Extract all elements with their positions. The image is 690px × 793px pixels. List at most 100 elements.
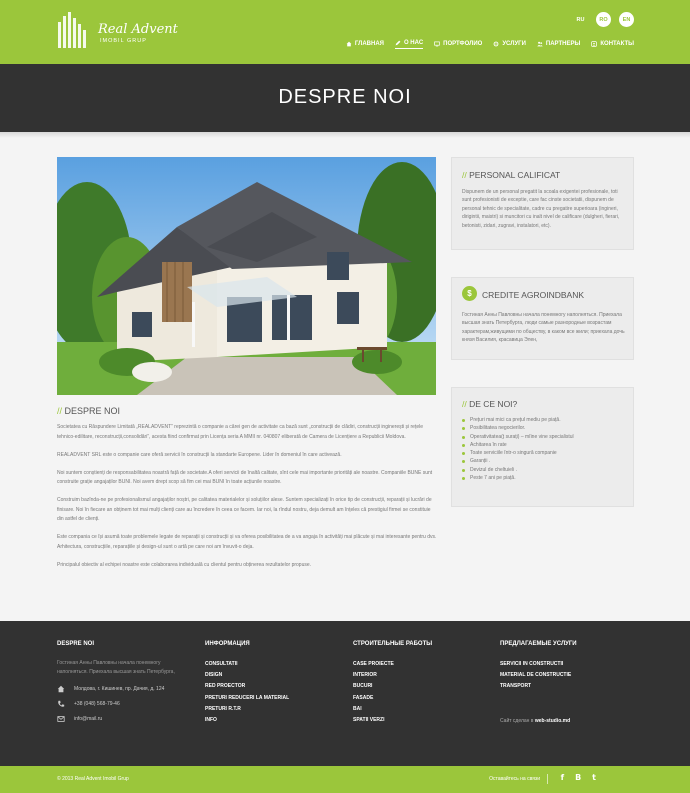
footer-about: DESPRE NOI Гостиная Анны Павловны начала… (57, 641, 192, 723)
page-banner: DESPRE NOI (0, 64, 690, 132)
contact-icon (591, 40, 598, 47)
reasons-list: Prețuri mai mici ca prețul mediu pe piaț… (462, 416, 630, 482)
nav-home-label: ГЛАВНАЯ (354, 40, 384, 47)
about-text: Societatea cu Răspundere Limitată „REALA… (57, 423, 437, 579)
about-heading-text: DESPRE NOI (64, 406, 121, 416)
social-label: Оставайтесь на связи (489, 776, 540, 782)
language-switcher: RU RO EN (573, 12, 634, 27)
list-item: Devizul de cheltuieli . (462, 466, 630, 474)
footer-services-title: ПРЕДЛАГАЕМЫЕ УСЛУГИ (500, 641, 577, 647)
reasons-title: // DE CE NOI? (462, 399, 518, 409)
footer-link[interactable]: RED PROECTOR (205, 681, 289, 692)
footer-link[interactable]: SERVICII IN CONSTRUCTII (500, 659, 577, 670)
site-credit: Сайт сделан в web-studio.md (500, 718, 571, 724)
footer-link[interactable]: BAI (353, 704, 432, 715)
footer-link[interactable]: DISIGN (205, 670, 289, 681)
reasons-title-text: DE CE NOI? (469, 399, 518, 409)
behance-icon[interactable]: B (575, 773, 581, 782)
nav-partners[interactable]: ПАРТНЕРЫ (537, 40, 580, 49)
personal-box: // PERSONAL CALIFICAT Dispunem de un per… (451, 157, 634, 250)
footer-link[interactable]: BUCURI (353, 681, 432, 692)
about-paragraph: Este compania ce își asumă toate problem… (57, 534, 437, 550)
studio-link[interactable]: web-studio.md (535, 718, 570, 724)
nav-contacts-label: КОНТАКТЫ (600, 40, 634, 47)
home-icon (346, 41, 352, 46)
divider (547, 774, 548, 784)
credit-title: CREDITE AGROINDBANK (482, 290, 585, 300)
footer-link[interactable]: FASADE (353, 693, 432, 704)
home-icon (57, 685, 65, 693)
site-header: Real Advent IMOBIL GRUP RU RO EN ГЛАВНАЯ… (0, 0, 690, 64)
about-heading: // DESPRE NOI (57, 406, 121, 416)
list-item: Peste 7 ani pe piață. (462, 474, 630, 482)
list-item: Posibilitatea negocierilor. (462, 424, 630, 432)
footer-link[interactable]: PRETURI REDUCERI LA MATERIAL (205, 693, 289, 704)
logo-building-icon (56, 12, 92, 48)
list-item: Prețuri mai mici ca prețul mediu pe piaț… (462, 416, 630, 424)
pencil-icon (395, 40, 401, 46)
twitter-icon[interactable]: t (592, 773, 596, 782)
logo-name: Real Advent (98, 22, 178, 37)
nav-portfolio-label: ПОРТФОЛИО (443, 40, 483, 47)
nav-partners-label: ПАРТНЕРЫ (545, 40, 581, 47)
bottom-bar: © 2013 Real Advent Imobil Grup Оставайте… (0, 766, 690, 793)
about-paragraph: Principalul obiectiv al echipei noastre … (57, 561, 312, 568)
banner-shadow (0, 132, 690, 138)
footer-about-text: Гостиная Анны Павловны начала понемногу … (57, 660, 175, 675)
list-item: Operativitatea(ț surați) – mîine vine sp… (462, 433, 630, 441)
users-icon (537, 41, 543, 46)
footer-phone: +38 (048) 568-79-46 (57, 700, 192, 708)
list-item: Achitarea în rate (462, 441, 630, 449)
footer-link[interactable]: TRANSPORT (500, 681, 577, 692)
nav-portfolio[interactable]: ПОРТФОЛИО (434, 40, 482, 49)
footer-about-title: DESPRE NOI (57, 641, 95, 647)
house-illustration (57, 157, 436, 395)
footer-address: Молдова, г. Кишинев, пр. Дачия, д. 124 (57, 685, 192, 693)
footer-works: СТРОИТЕЛЬНЫЕ РАБОТЫ CASE PROIECTE INTERI… (353, 641, 432, 726)
list-item: Garanții . (462, 457, 630, 465)
footer-link[interactable]: CONSULTATII (205, 659, 289, 670)
lang-en[interactable]: EN (619, 12, 634, 27)
social-icons: f B t (561, 773, 596, 782)
footer-link[interactable]: CASE PROIECTE (353, 659, 432, 670)
house-photo (57, 157, 436, 395)
footer-link[interactable]: PRETURI R.T.R (205, 704, 289, 715)
footer-services: ПРЕДЛАГАЕМЫЕ УСЛУГИ SERVICII IN CONSTRUC… (500, 641, 577, 693)
nav-about-label: О НАС (403, 40, 424, 46)
phone-icon (58, 700, 65, 707)
credit-box: $ CREDITE AGROINDBANK Гостиная Анны Павл… (451, 277, 634, 360)
site-footer: DESPRE NOI Гостиная Анны Павловны начала… (0, 621, 690, 766)
footer-link[interactable]: MATERIAL DE CONSTRUCTIE (500, 670, 577, 681)
personal-title: // PERSONAL CALIFICAT (462, 170, 561, 180)
about-paragraph: Construim bazînda-ne pe profesionalismul… (57, 497, 432, 523)
mail-icon (57, 716, 65, 722)
footer-works-title: СТРОИТЕЛЬНЫЕ РАБОТЫ (353, 641, 433, 647)
nav-contacts[interactable]: КОНТАКТЫ (591, 40, 634, 49)
personal-title-text: PERSONAL CALIFICAT (469, 170, 561, 180)
footer-info: ИНФОРМАЦИЯ CONSULTATII DISIGN RED PROECT… (205, 641, 289, 726)
lang-ro[interactable]: RO (596, 12, 611, 27)
credit-text: Гостиная Анны Павловны начала понемногу … (462, 312, 625, 344)
reasons-box: // DE CE NOI? Prețuri mai mici ca prețul… (451, 387, 634, 507)
nav-services[interactable]: УСЛУГИ (493, 40, 526, 49)
nav-home[interactable]: ГЛАВНАЯ (346, 40, 384, 49)
about-paragraph: REALADVENT SRL este o companie care ofer… (57, 451, 342, 458)
dollar-icon: $ (462, 286, 477, 301)
facebook-icon[interactable]: f (561, 773, 564, 782)
footer-email[interactable]: info@mail.ru (57, 715, 192, 723)
lang-ru[interactable]: RU (573, 12, 588, 27)
nav-about[interactable]: О НАС (394, 40, 424, 49)
gear-icon (493, 41, 499, 46)
about-paragraph: Societatea cu Răspundere Limitată „REALA… (57, 424, 424, 440)
logo[interactable]: Real Advent IMOBIL GRUP (56, 12, 178, 50)
page-title: DESPRE NOI (278, 86, 412, 108)
logo-subtitle: IMOBIL GRUP (100, 38, 147, 44)
main-nav: ГЛАВНАЯ О НАС ПОРТФОЛИО УСЛУГИ ПАРТНЕРЫ … (346, 40, 634, 49)
footer-link[interactable]: INTERIOR (353, 670, 432, 681)
about-paragraph: Noi suntem conștienți de responsabilitat… (57, 469, 433, 486)
monitor-icon (434, 41, 440, 46)
list-item: Toate serviciile într-o singură companie (462, 449, 630, 457)
personal-text: Dispunem de un personal pregatit la scoa… (462, 189, 620, 229)
footer-link[interactable]: SPATII VERZI (353, 715, 432, 726)
footer-link[interactable]: INFO (205, 715, 289, 726)
